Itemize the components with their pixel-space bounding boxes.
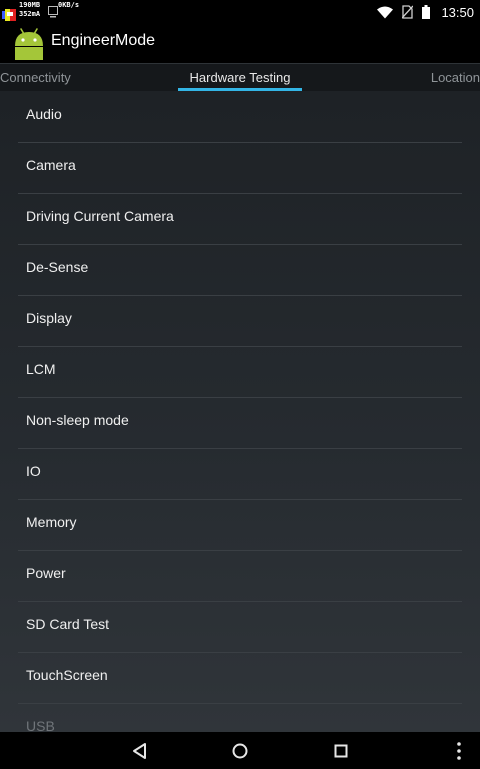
tab-location[interactable]: Location [431, 70, 480, 85]
list-item-non-sleep-mode[interactable]: Non-sleep mode [18, 397, 462, 449]
back-icon[interactable] [128, 739, 152, 763]
list-item-label: Power [26, 565, 66, 581]
action-bar: EngineerMode [0, 24, 480, 63]
list-item-touchscreen[interactable]: TouchScreen [18, 652, 462, 704]
home-icon[interactable] [228, 739, 252, 763]
navigation-bar [0, 732, 480, 769]
list-item-usb[interactable]: USB [18, 703, 462, 732]
list-item-power[interactable]: Power [18, 550, 462, 602]
tab-strip: Connectivity Hardware Testing Location [0, 63, 480, 92]
tab-connectivity[interactable]: Connectivity [0, 70, 71, 85]
list-item-label: USB [26, 718, 55, 732]
list-item-sd-card-test[interactable]: SD Card Test [18, 601, 462, 653]
list-item-display[interactable]: Display [18, 295, 462, 347]
memory-usage-text: 190MB [19, 1, 41, 9]
list-item-io[interactable]: IO [18, 448, 462, 500]
list-item-label: LCM [26, 361, 56, 377]
list-item-label: Display [26, 310, 72, 326]
status-bar: 190MB 352mA 0KB/s 13:50 [0, 0, 480, 24]
screen-monitor-icon [48, 6, 58, 18]
network-speed-text: 0KB/s [58, 1, 80, 9]
screen: 190MB 352mA 0KB/s 13:50 EngineerMode Con… [0, 0, 480, 769]
list-item-memory[interactable]: Memory [18, 499, 462, 551]
status-right-indicators: 13:50 [377, 2, 474, 22]
list-item-audio[interactable]: Audio [18, 91, 462, 143]
list-item-label: De-Sense [26, 259, 89, 275]
list-item-driving-current-camera[interactable]: Driving Current Camera [18, 193, 462, 245]
list-item-lcm[interactable]: LCM [18, 346, 462, 398]
wifi-icon [377, 6, 394, 18]
list-item-de-sense[interactable]: De-Sense [18, 244, 462, 296]
list-item-label: Camera [26, 157, 76, 173]
android-robot-icon[interactable] [12, 26, 46, 60]
list-item-label: SD Card Test [26, 616, 109, 632]
current-draw-text: 352mA [19, 10, 41, 18]
battery-monitor-icon [2, 9, 16, 21]
list-item-label: Audio [26, 106, 62, 122]
tab-hardware-testing[interactable]: Hardware Testing [178, 70, 302, 85]
recents-icon[interactable] [329, 739, 353, 763]
list-item-label: TouchScreen [26, 667, 108, 683]
list-item-camera[interactable]: Camera [18, 142, 462, 194]
overflow-menu-icon[interactable] [447, 739, 471, 763]
list-item-label: Non-sleep mode [26, 412, 129, 428]
list-item-label: Driving Current Camera [26, 208, 174, 224]
clock: 13:50 [441, 4, 474, 20]
hardware-testing-list[interactable]: Audio Camera Driving Current Camera De-S… [0, 91, 480, 732]
no-sim-icon [402, 5, 414, 19]
list-item-label: IO [26, 463, 41, 479]
app-title: EngineerMode [51, 32, 156, 49]
list-item-label: Memory [26, 514, 77, 530]
battery-icon [422, 5, 431, 19]
